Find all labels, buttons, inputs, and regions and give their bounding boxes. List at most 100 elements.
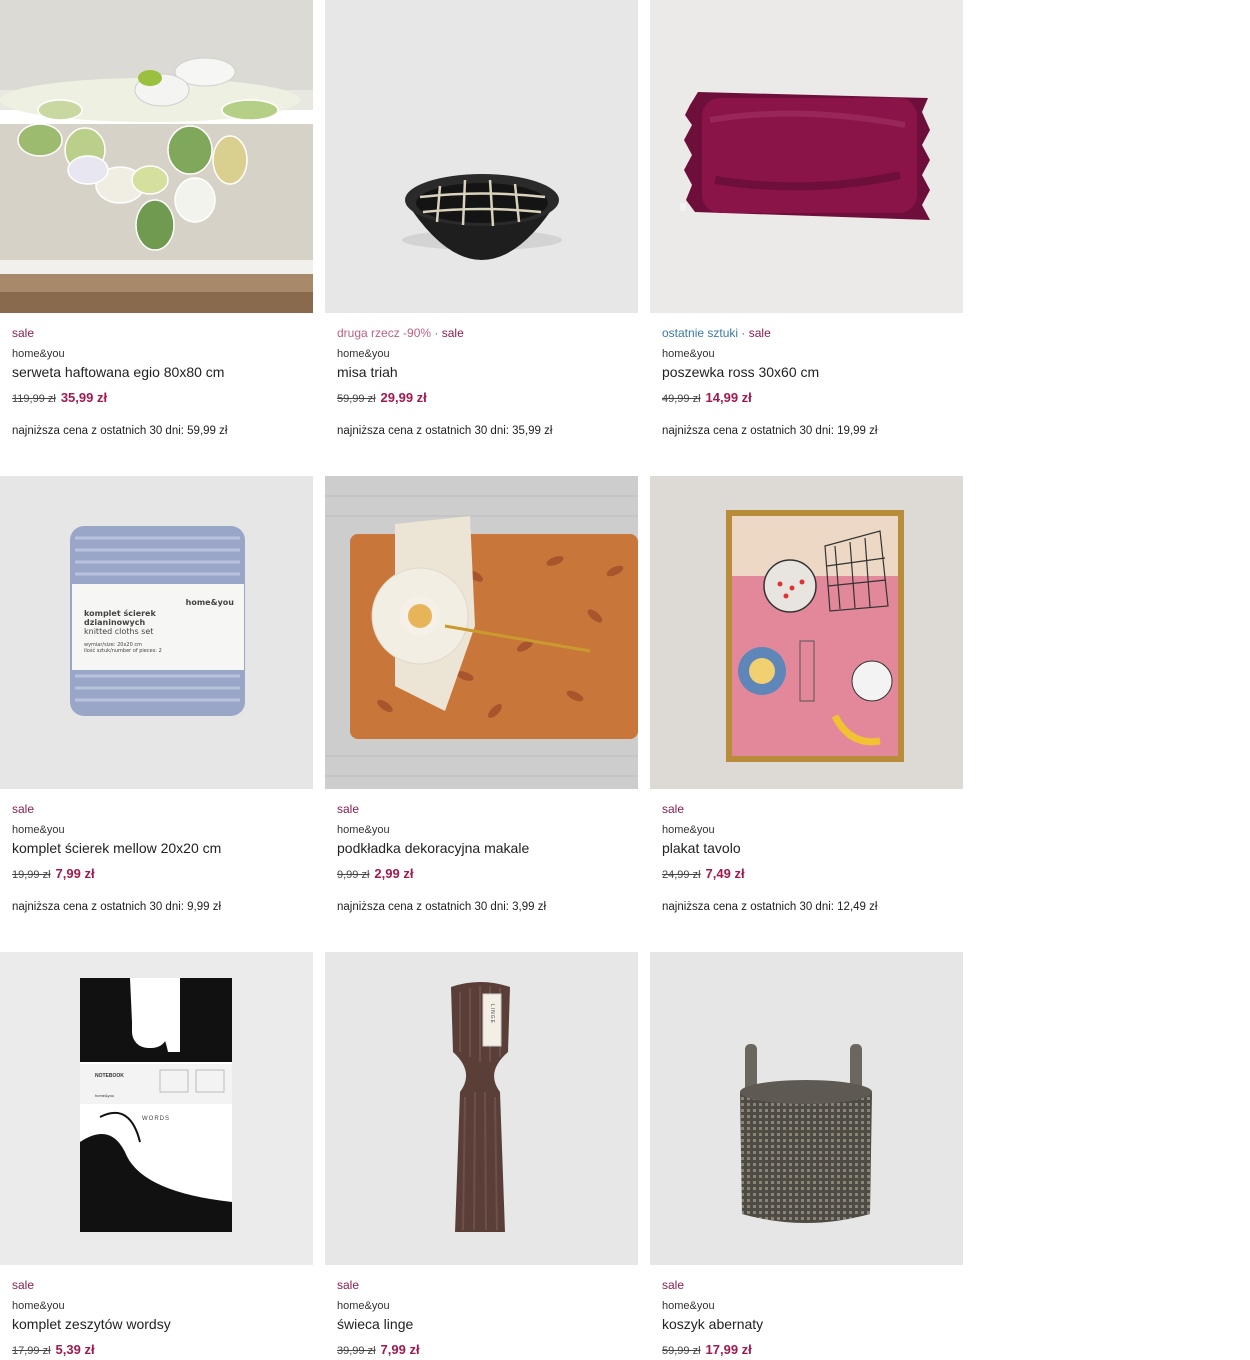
product-prices: 49,99 zł 14,99 zł xyxy=(662,389,951,408)
product-label: home&you komplet ścierek dzianinowych kn… xyxy=(84,598,234,654)
lowest-price-note: najniższa cena z ostatnich 30 dni: 9,99 … xyxy=(12,901,222,913)
product-card[interactable]: sale home&you plakat tavolo 24,99 zł 7,49… xyxy=(650,476,963,914)
tag-promo: druga rzecz -90% xyxy=(337,326,432,340)
product-prices: 19,99 zł 7,99 zł xyxy=(12,865,301,884)
old-price: 119,99 zł xyxy=(12,393,56,405)
product-name[interactable]: misa triah xyxy=(337,363,626,381)
lowest-price-note: najniższa cena z ostatnich 30 dni: 3,99 … xyxy=(337,901,547,913)
product-card[interactable]: ostatnie sztuki · sale home&you poszewka… xyxy=(650,0,963,438)
product-brand: home&you xyxy=(12,1300,65,1312)
new-price: 35,99 zł xyxy=(60,390,108,405)
product-image-basket[interactable] xyxy=(650,952,963,1265)
old-price: 9,99 zł xyxy=(337,869,370,881)
tag-sale: sale xyxy=(662,802,685,816)
placemat-illustration xyxy=(325,476,638,789)
product-tags: druga rzecz -90% · sale xyxy=(337,325,626,341)
product-image-cloths[interactable]: home&you komplet ścierek dzianinowych kn… xyxy=(0,476,313,789)
product-image-candle[interactable]: LINGE xyxy=(325,952,638,1265)
product-card[interactable]: home&you komplet ścierek dzianinowych kn… xyxy=(0,476,313,914)
tag-separator: · xyxy=(741,326,746,340)
new-price: 7,99 zł xyxy=(55,866,95,881)
product-name[interactable]: serweta haftowana egio 80x80 cm xyxy=(12,363,301,381)
label-line1: komplet ścierek xyxy=(84,609,156,618)
product-image-poster[interactable] xyxy=(650,476,963,789)
lowest-price-note: najniższa cena z ostatnich 30 dni: 19,99… xyxy=(662,425,878,437)
product-brand: home&you xyxy=(662,348,715,360)
product-tags: sale xyxy=(12,801,301,817)
product-tags: ostatnie sztuki · sale xyxy=(662,325,951,341)
product-brand: home&you xyxy=(337,1300,390,1312)
product-card[interactable]: sale home&you koszyk abernaty 59,99 zł 17… xyxy=(650,952,963,1360)
product-prices: 59,99 zł 17,99 zł xyxy=(662,1341,951,1360)
tag-sale: sale xyxy=(337,1278,360,1292)
notebooks-illustration xyxy=(0,952,313,1265)
new-price: 29,99 zł xyxy=(380,390,427,405)
new-price: 5,39 zł xyxy=(55,1342,95,1357)
new-price: 7,99 zł xyxy=(380,1342,420,1357)
lowest-price-note: najniższa cena z ostatnich 30 dni: 59,99… xyxy=(12,425,228,437)
tag-sale: sale xyxy=(662,1278,685,1292)
label-line3: knitted cloths set xyxy=(84,627,154,636)
product-brand: home&you xyxy=(337,348,390,360)
product-card[interactable]: LINGE sale home&you świeca linge 39,99 z… xyxy=(325,952,638,1360)
product-name[interactable]: koszyk abernaty xyxy=(662,1315,951,1333)
product-brand: home&you xyxy=(662,824,715,836)
product-image-bowl[interactable] xyxy=(325,0,638,313)
product-brand: home&you xyxy=(12,348,65,360)
old-price: 39,99 zł xyxy=(337,1345,376,1357)
product-name[interactable]: poszewka ross 30x60 cm xyxy=(662,363,951,381)
product-image-tablecloth[interactable] xyxy=(0,0,313,313)
product-prices: 59,99 zł 29,99 zł xyxy=(337,389,626,408)
label-line2: dzianinowych xyxy=(84,618,146,627)
tag-sale: sale xyxy=(12,1278,35,1292)
tag-sale: sale xyxy=(12,802,35,816)
new-price: 17,99 zł xyxy=(705,1342,752,1357)
pillow-illustration xyxy=(650,0,963,313)
tag-sale: sale xyxy=(12,326,35,340)
product-image-pillow[interactable] xyxy=(650,0,963,313)
basket-illustration xyxy=(650,952,963,1265)
poster-illustration xyxy=(650,476,963,789)
tag-sale: sale xyxy=(337,802,360,816)
product-card[interactable]: sale home&you podkładka dekoracyjna maka… xyxy=(325,476,638,914)
notebook-title: NOTEBOOK xyxy=(95,1073,124,1079)
product-tags: sale xyxy=(337,801,626,817)
product-prices: 24,99 zł 7,49 zł xyxy=(662,865,951,884)
product-tags: sale xyxy=(337,1277,626,1293)
product-name[interactable]: komplet ścierek mellow 20x20 cm xyxy=(12,839,301,857)
old-price: 49,99 zł xyxy=(662,393,701,405)
notebook-brand: home&you xyxy=(95,1093,115,1098)
product-name[interactable]: komplet zeszytów wordsy xyxy=(12,1315,301,1333)
product-image-placemat[interactable] xyxy=(325,476,638,789)
new-price: 14,99 zł xyxy=(705,390,752,405)
product-brand: home&you xyxy=(337,824,390,836)
new-price: 7,49 zł xyxy=(705,866,745,881)
candle-illustration xyxy=(325,952,638,1265)
product-name[interactable]: podkładka dekoracyjna makale xyxy=(337,839,626,857)
old-price: 24,99 zł xyxy=(662,869,701,881)
product-card[interactable]: NOTEBOOK home&you WORDS sale home&you ko… xyxy=(0,952,313,1360)
tag-sale: sale xyxy=(441,326,464,340)
product-image-notebooks[interactable]: NOTEBOOK home&you WORDS xyxy=(0,952,313,1265)
lowest-price-note: najniższa cena z ostatnich 30 dni: 12,49… xyxy=(662,901,878,913)
new-price: 2,99 zł xyxy=(374,866,414,881)
tag-last-items: ostatnie sztuki xyxy=(662,326,739,340)
product-card[interactable]: druga rzecz -90% · sale home&you misa tr… xyxy=(325,0,638,438)
product-prices: 17,99 zł 5,39 zł xyxy=(12,1341,301,1360)
notebook-words-label: WORDS xyxy=(142,1116,170,1122)
product-tags: sale xyxy=(12,1277,301,1293)
product-card[interactable]: sale home&you serweta haftowana egio 80x… xyxy=(0,0,313,438)
candle-tag-text: LINGE xyxy=(489,1004,495,1025)
bowl-illustration xyxy=(325,0,638,313)
product-name[interactable]: plakat tavolo xyxy=(662,839,951,857)
label-brand: home&you xyxy=(185,598,234,607)
old-price: 59,99 zł xyxy=(337,393,376,405)
old-price: 59,99 zł xyxy=(662,1345,701,1357)
product-prices: 9,99 zł 2,99 zł xyxy=(337,865,626,884)
product-brand: home&you xyxy=(12,824,65,836)
product-name[interactable]: świeca linge xyxy=(337,1315,626,1333)
product-prices: 39,99 zł 7,99 zł xyxy=(337,1341,626,1360)
product-brand: home&you xyxy=(662,1300,715,1312)
product-tags: sale xyxy=(662,1277,951,1293)
product-tags: sale xyxy=(12,325,301,341)
